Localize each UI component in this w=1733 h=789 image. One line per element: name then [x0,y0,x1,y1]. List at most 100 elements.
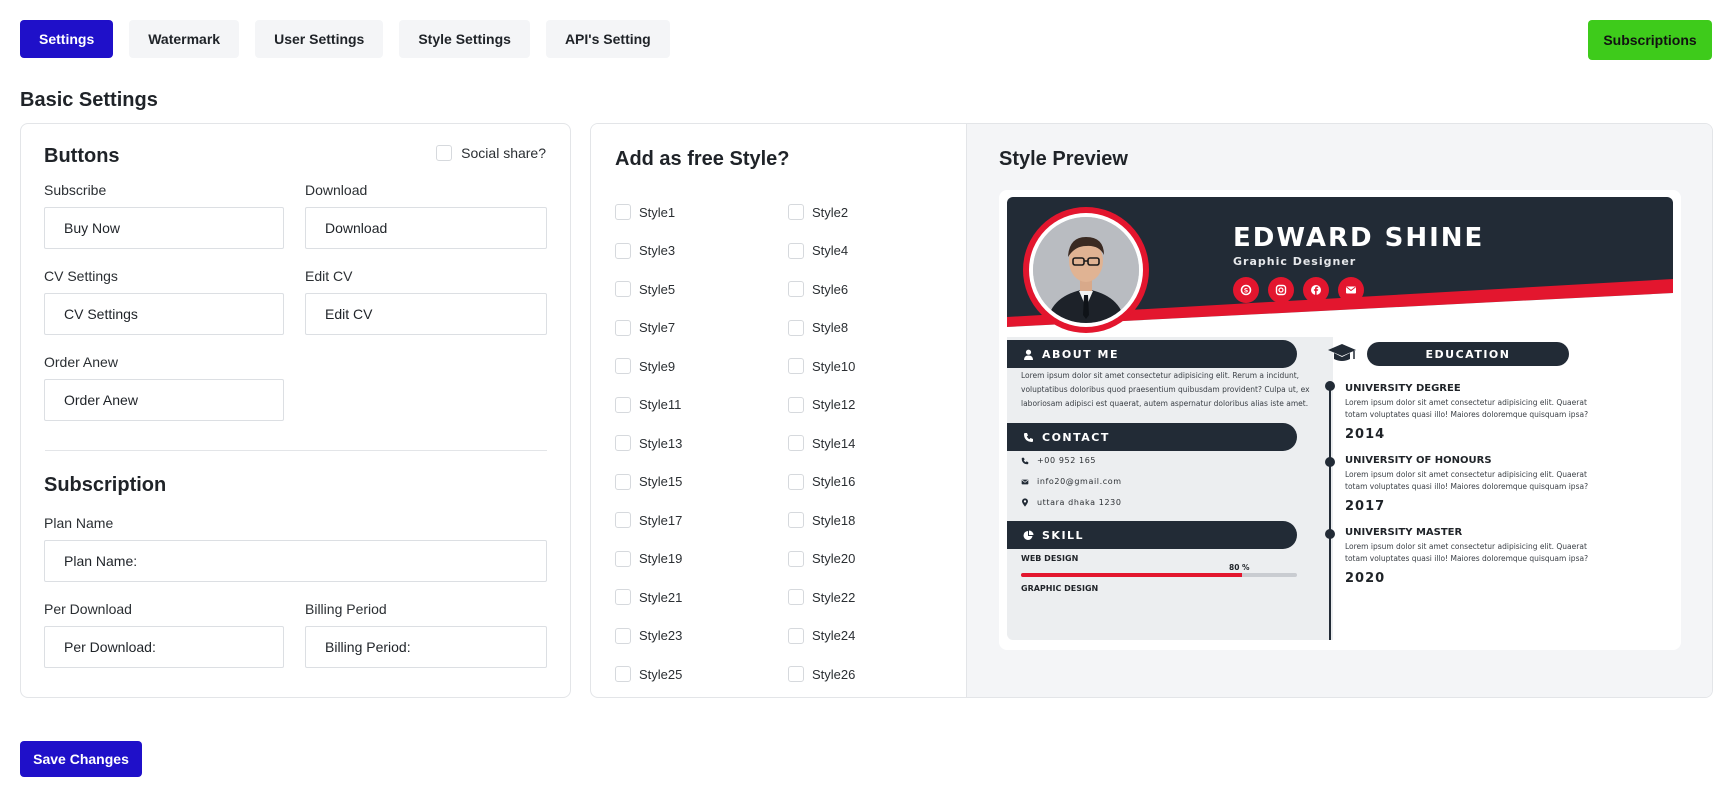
style-checkbox[interactable] [788,242,804,259]
style-option[interactable]: Style4 [788,232,938,271]
top-tabs: Settings Watermark User Settings Style S… [20,20,670,58]
tab-user-settings[interactable]: User Settings [255,20,384,58]
svg-text:S: S [1244,287,1248,294]
style-checkbox[interactable] [788,473,804,490]
style-checkbox[interactable] [615,242,631,259]
cv-email-text: info20@gmail.com [1037,477,1122,486]
style-option[interactable]: Style12 [788,386,938,425]
style-checkbox[interactable] [788,512,804,529]
style-option[interactable]: Style23 [615,617,788,656]
style-label: Style22 [812,589,856,605]
cv-settings-input[interactable]: CV Settings [44,293,284,335]
style-option[interactable]: Style18 [788,501,938,540]
style-option[interactable]: Style16 [788,463,938,502]
buttons-section-title: Buttons [44,145,120,167]
style-checkbox[interactable] [615,627,631,644]
style-option[interactable]: Style24 [788,617,938,656]
style-checkbox[interactable] [788,281,804,298]
style-option[interactable]: Style6 [788,270,938,309]
edit-cv-input[interactable]: Edit CV [305,293,547,335]
education-timeline [1329,385,1331,640]
style-checkbox[interactable] [615,473,631,490]
user-icon [1024,349,1033,360]
tab-settings[interactable]: Settings [20,20,114,58]
tab-watermark[interactable]: Watermark [129,20,240,58]
style-checkbox[interactable] [615,358,631,375]
style-checkbox[interactable] [788,627,804,644]
subscribe-input[interactable]: Buy Now [44,207,284,249]
style-option[interactable]: Style5 [615,270,788,309]
education-title: UNIVERSITY DEGREE [1345,383,1461,394]
subscriptions-button[interactable]: Subscriptions [1588,20,1712,60]
style-checkbox[interactable] [615,435,631,452]
style-checkbox[interactable] [788,435,804,452]
style-option[interactable]: Style10 [788,347,938,386]
style-option[interactable]: Style26 [788,655,938,694]
style-option[interactable]: Style17 [615,501,788,540]
tab-style-settings[interactable]: Style Settings [399,20,530,58]
style-checkbox[interactable] [615,512,631,529]
style-checkbox[interactable] [615,666,631,683]
style-checkbox[interactable] [788,666,804,683]
cv-contact-heading: CONTACT [1007,423,1297,451]
style-checkbox[interactable] [788,319,804,336]
education-year: 2014 [1345,427,1386,442]
plan-name-input[interactable]: Plan Name: [44,540,547,582]
style-option[interactable]: Style13 [615,424,788,463]
style-label: Style16 [812,474,856,490]
save-changes-button[interactable]: Save Changes [20,741,142,777]
cv-about-text: Lorem ipsum dolor sit amet consectetur a… [1021,371,1310,408]
style-option[interactable]: Style8 [788,309,938,348]
style-checkbox[interactable] [615,396,631,413]
preview-card: EDWARD SHINE Graphic Designer S ABOUT ME… [999,190,1681,650]
style-checkbox[interactable] [788,396,804,413]
social-share-checkbox[interactable] [436,145,453,161]
skill-name: WEB DESIGN [1021,554,1079,563]
style-label: Style18 [812,512,856,528]
style-option[interactable]: Style1 [615,193,788,232]
style-option[interactable]: Style19 [615,540,788,579]
style-option[interactable]: Style9 [615,347,788,386]
style-option[interactable]: Style21 [615,578,788,617]
cv-skill-heading: SKILL [1007,521,1297,549]
style-label: Style9 [639,358,676,374]
style-checkbox[interactable] [615,319,631,336]
page-title: Basic Settings [20,89,158,111]
profile-photo-frame [1023,207,1149,333]
per-download-input[interactable]: Per Download: [44,626,284,668]
cv-contact-address: uttara dhaka 1230 [1021,498,1122,507]
timeline-dot [1325,381,1335,391]
edit-cv-label: Edit CV [305,268,353,284]
style-option[interactable]: Style11 [615,386,788,425]
skill-bar [1021,573,1297,577]
style-option[interactable]: Style25 [615,655,788,694]
style-option[interactable]: Style15 [615,463,788,502]
style-checkbox[interactable] [615,589,631,606]
style-option[interactable]: Style14 [788,424,938,463]
tab-api-setting[interactable]: API's Setting [545,20,670,58]
style-checkbox[interactable] [615,204,631,221]
style-label: Style5 [639,281,676,297]
order-anew-label: Order Anew [44,354,118,370]
style-checkbox[interactable] [788,550,804,567]
order-anew-input[interactable]: Order Anew [44,379,284,421]
style-option[interactable]: Style7 [615,309,788,348]
style-checkbox[interactable] [788,358,804,375]
pie-chart-icon [1023,530,1034,540]
style-checkbox[interactable] [788,204,804,221]
style-option[interactable]: Style22 [788,578,938,617]
style-preview-title: Style Preview [999,148,1128,170]
education-text: Lorem ipsum dolor sit amet consectetur a… [1345,542,1589,563]
style-label: Style17 [639,512,683,528]
style-option[interactable]: Style2 [788,193,938,232]
style-checkbox[interactable] [788,589,804,606]
style-checkbox[interactable] [615,281,631,298]
style-option[interactable]: Style20 [788,540,938,579]
download-input[interactable]: Download [305,207,547,249]
style-option[interactable]: Style3 [615,232,788,271]
facebook-icon [1303,277,1329,303]
style-checkbox[interactable] [615,550,631,567]
billing-period-input[interactable]: Billing Period: [305,626,547,668]
social-share-option[interactable]: Social share? [436,145,546,161]
skill-percent: 80 % [1229,563,1250,572]
